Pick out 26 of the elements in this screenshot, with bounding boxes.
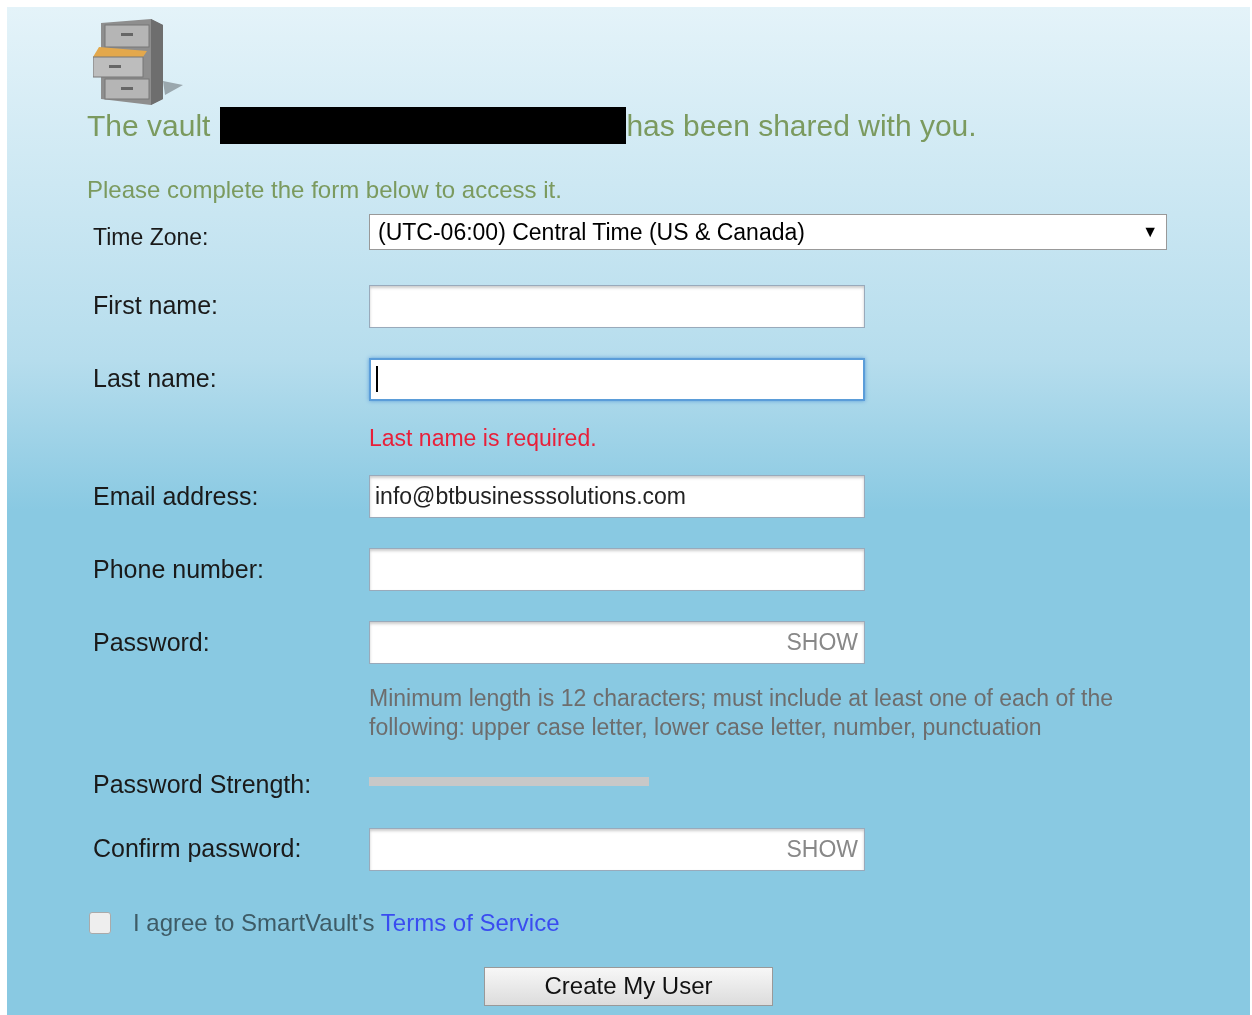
heading-text: The vault — [87, 108, 211, 144]
text-field[interactable]: info@btbusinesssolutions.com — [369, 475, 865, 518]
text-field[interactable] — [369, 357, 865, 401]
field-label: Email address: — [93, 480, 260, 512]
create-user-button[interactable]: Create My User — [484, 966, 773, 1006]
error-message: Last name is required. — [369, 423, 598, 453]
field-label: Confirm password: — [93, 833, 303, 865]
text-field[interactable] — [369, 548, 865, 591]
field-label: Time Zone: — [93, 223, 210, 252]
show-password-toggle[interactable]: SHOW — [786, 625, 858, 660]
field-label: Last name: — [93, 363, 218, 395]
heading-text: has been shared with you. — [626, 108, 977, 144]
terms-link[interactable]: Terms of Service — [380, 908, 560, 936]
field-label: Password Strength: — [93, 769, 313, 800]
field-label: Phone number: — [93, 553, 265, 585]
password-field[interactable]: SHOW — [369, 827, 865, 871]
show-password-toggle[interactable]: SHOW — [786, 831, 858, 867]
password-field[interactable]: SHOW — [369, 621, 865, 664]
agree-checkbox[interactable] — [89, 911, 111, 934]
agree-text: I agree to SmartVault's Terms of Service — [133, 907, 560, 938]
time-zone-select[interactable]: (UTC-06:00) Central Time (US & Canada) ▼ — [369, 214, 1167, 251]
password-hint: Minimum length is 12 characters; must include at least one of each of the following: upper case letter, lower case letter, number, punctuation — [369, 684, 1115, 742]
field-label: Password: — [93, 626, 211, 658]
text-field[interactable] — [369, 284, 865, 328]
field-label: First name: — [93, 290, 220, 322]
intro-text: Please complete the form below to access it. — [87, 175, 563, 205]
